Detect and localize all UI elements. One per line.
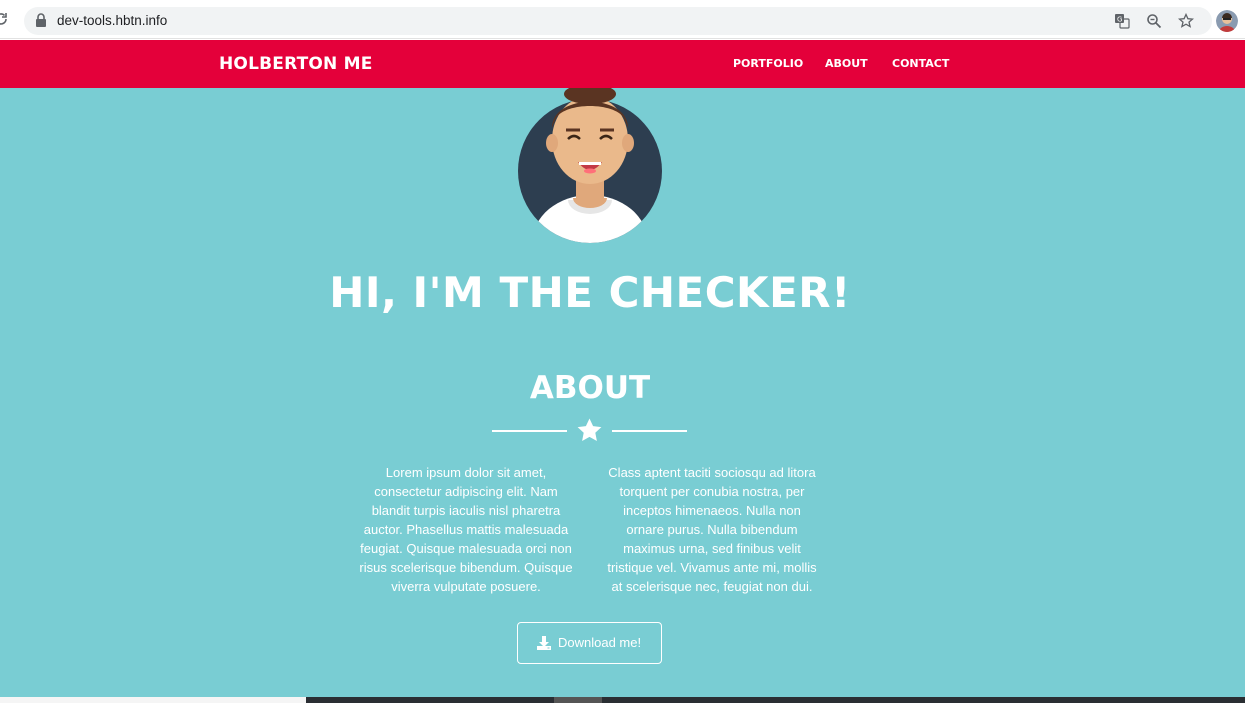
translate-icon[interactable]: G bbox=[1114, 13, 1130, 29]
reload-icon[interactable] bbox=[0, 12, 8, 26]
browser-toolbar: dev-tools.hbtn.info G bbox=[0, 0, 1245, 39]
download-icon bbox=[537, 636, 551, 650]
lock-icon[interactable] bbox=[35, 13, 47, 27]
zoom-icon[interactable] bbox=[1146, 13, 1162, 29]
site-brand[interactable]: HOLBERTON ME bbox=[219, 54, 373, 74]
avatar-illustration bbox=[518, 88, 662, 243]
url-text[interactable]: dev-tools.hbtn.info bbox=[57, 13, 167, 28]
download-button-label: Download me! bbox=[558, 635, 642, 650]
address-bar[interactable]: dev-tools.hbtn.info G bbox=[24, 7, 1212, 35]
bottom-strip-mid bbox=[554, 697, 602, 703]
hero-title: HI, I'M THE CHECKER! bbox=[329, 268, 851, 317]
star-icon bbox=[577, 418, 602, 441]
download-button[interactable]: Download me! bbox=[517, 622, 662, 664]
bottom-strip-light bbox=[0, 697, 306, 703]
hero-section: HI, I'M THE CHECKER! ABOUT Lorem ipsum d… bbox=[0, 88, 1245, 697]
about-title: ABOUT bbox=[529, 370, 651, 406]
divider-line-right bbox=[612, 430, 687, 432]
bottom-strip bbox=[0, 697, 1245, 703]
about-text-left: Lorem ipsum dolor sit amet, consectetur … bbox=[359, 465, 573, 594]
divider-line-left bbox=[492, 430, 567, 432]
star-icon[interactable] bbox=[1178, 13, 1194, 29]
nav-link-contact[interactable]: CONTACT bbox=[892, 57, 949, 70]
about-text-right: Class aptent taciti sociosqu ad litora t… bbox=[607, 465, 817, 594]
nav-link-portfolio[interactable]: PORTFOLIO bbox=[733, 57, 803, 70]
profile-avatar[interactable] bbox=[1216, 10, 1238, 32]
nav-link-about[interactable]: ABOUT bbox=[825, 57, 868, 70]
svg-text:G: G bbox=[1117, 16, 1122, 24]
site-navbar: HOLBERTON ME PORTFOLIO ABOUT CONTACT bbox=[0, 40, 1245, 88]
